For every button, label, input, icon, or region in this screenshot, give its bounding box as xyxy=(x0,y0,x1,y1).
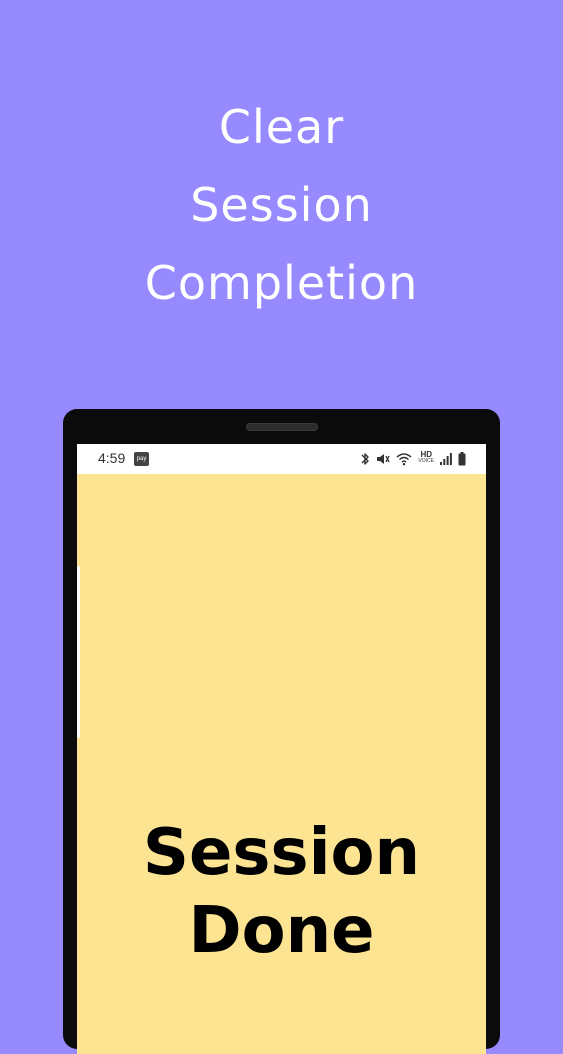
message-line-2: Done xyxy=(188,894,375,968)
promo-headline: Clear Session Completion xyxy=(0,88,563,322)
phone-speaker xyxy=(246,423,318,431)
session-done-message: Session Done xyxy=(77,814,486,970)
mute-icon xyxy=(376,451,391,467)
status-bar: 4:59 pay HD VOICE xyxy=(77,444,486,474)
voice-label: VOICE xyxy=(418,458,434,464)
bluetooth-icon xyxy=(360,451,370,467)
status-icons: HD VOICE xyxy=(360,451,466,467)
phone-screen: 4:59 pay HD VOICE Session Done xyxy=(77,444,486,1054)
battery-icon xyxy=(458,451,466,467)
hd-voice-icon: HD VOICE xyxy=(418,451,434,467)
signal-icon xyxy=(440,451,452,467)
edge-panel-handle[interactable] xyxy=(77,566,80,738)
status-time: 4:59 xyxy=(98,450,126,466)
wifi-icon xyxy=(396,451,412,467)
headline-line-1: Clear xyxy=(218,100,345,154)
headline-line-2: Session xyxy=(190,178,373,232)
pay-badge-icon: pay xyxy=(134,452,149,466)
phone-frame: 4:59 pay HD VOICE Session Done xyxy=(63,409,500,1054)
headline-line-3: Completion xyxy=(144,256,419,310)
message-line-1: Session xyxy=(142,816,421,890)
